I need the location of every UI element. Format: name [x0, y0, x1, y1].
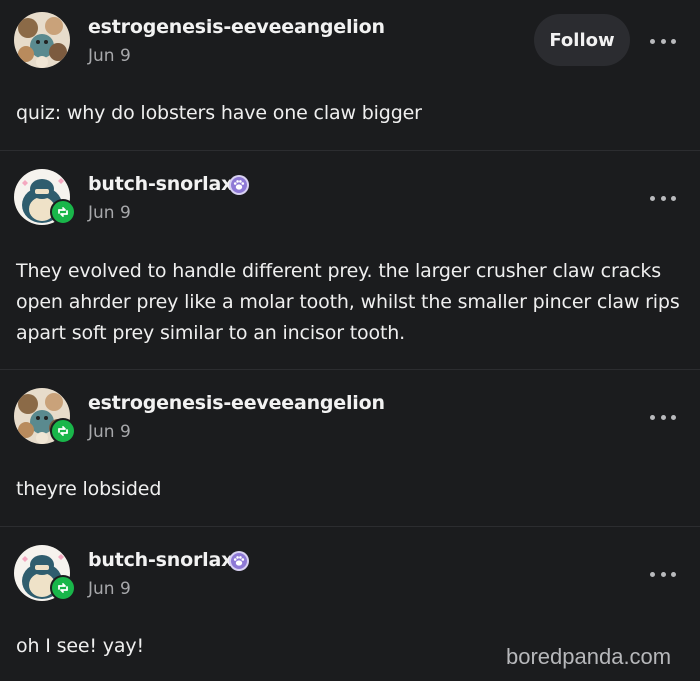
more-options-icon[interactable] — [650, 193, 676, 203]
post-body: theyre lobsided — [16, 478, 162, 500]
post-body: quiz: why do lobsters have one claw bigg… — [16, 102, 422, 124]
more-options-icon[interactable] — [650, 412, 676, 422]
paw-badge-icon — [228, 174, 250, 196]
reblog-icon — [50, 199, 76, 225]
post-username[interactable]: butch-snorlax — [88, 549, 233, 571]
eevee-avatar-icon[interactable] — [14, 12, 70, 68]
post-date[interactable]: Jun 9 — [88, 579, 131, 599]
follow-button[interactable]: Follow — [534, 14, 630, 66]
post-date[interactable]: Jun 9 — [88, 46, 131, 66]
reblog-icon — [50, 418, 76, 444]
reblog-icon — [50, 575, 76, 601]
post-username[interactable]: estrogenesis-eeveeangelion — [88, 16, 385, 38]
watermark: boredpanda.com — [506, 644, 672, 669]
post-date[interactable]: Jun 9 — [88, 203, 131, 223]
post-2: butch-snorlax Jun 9 They evolved to hand… — [0, 151, 700, 369]
post-date[interactable]: Jun 9 — [88, 422, 131, 442]
more-options-icon[interactable] — [650, 569, 676, 579]
post-3: estrogenesis-eeveeangelion Jun 9 theyre … — [0, 370, 700, 526]
post-1: estrogenesis-eeveeangelion Jun 9 Follow … — [0, 0, 700, 150]
post-username[interactable]: estrogenesis-eeveeangelion — [88, 392, 385, 414]
more-options-icon[interactable] — [650, 36, 676, 46]
post-body: They evolved to handle different prey. t… — [16, 260, 680, 344]
paw-badge-icon — [228, 550, 250, 572]
post-username[interactable]: butch-snorlax — [88, 173, 233, 195]
